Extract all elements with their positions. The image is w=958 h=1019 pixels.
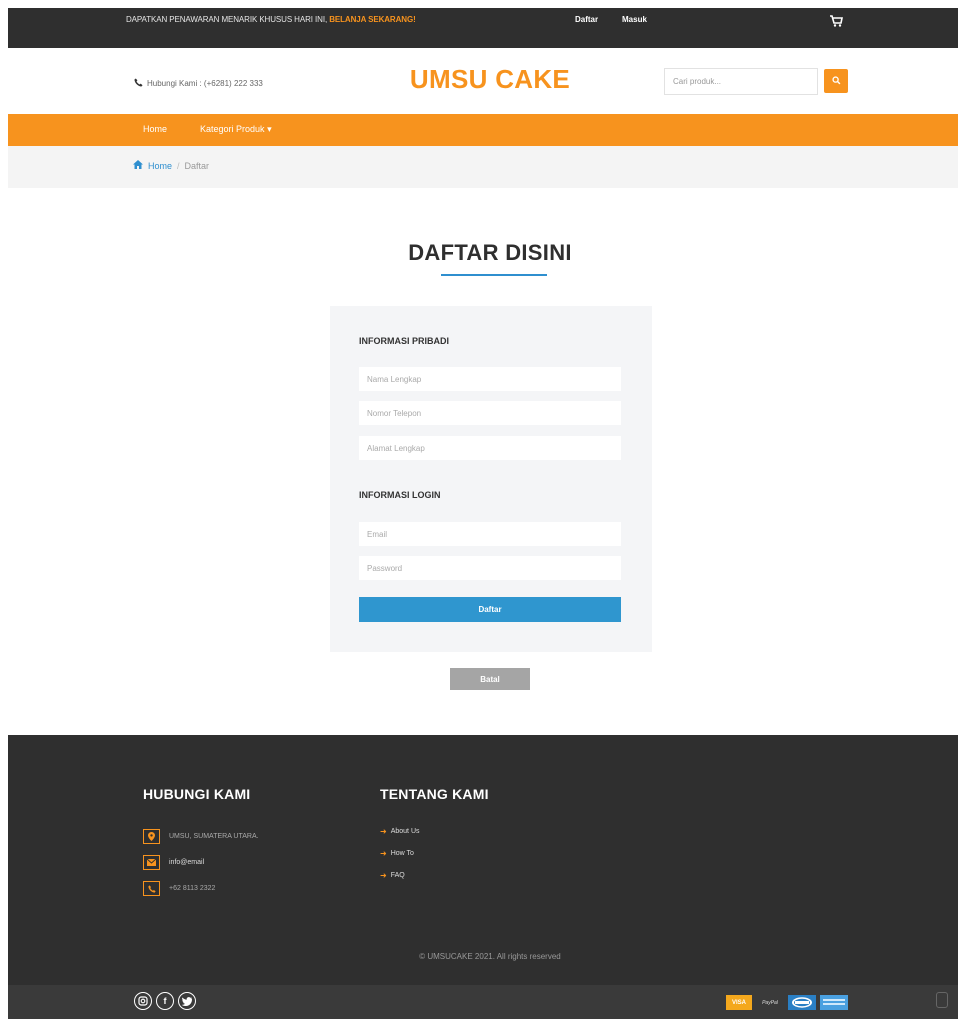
- register-button[interactable]: Daftar: [359, 597, 621, 622]
- twitter-icon[interactable]: [178, 992, 196, 1010]
- phone-icon: [134, 78, 143, 89]
- cart-icon[interactable]: [829, 14, 843, 27]
- contact-title: HUBUNGI KAMI: [143, 786, 251, 802]
- mastercard-badge: [788, 995, 816, 1010]
- cancel-button[interactable]: Batal: [450, 668, 530, 690]
- email-icon: [143, 855, 160, 870]
- how-to-label: How To: [390, 850, 414, 857]
- arrow-right-icon: ➜: [380, 849, 387, 858]
- visa-badge: VISA: [726, 995, 752, 1010]
- search-input[interactable]: [664, 68, 818, 95]
- phone-label: Hubungi Kami : (+6281) 222 333: [147, 79, 263, 88]
- personal-info-title: INFORMASI PRIBADI: [359, 336, 449, 346]
- email-field[interactable]: [359, 522, 621, 546]
- promo-link[interactable]: BELANJA SEKARANG!: [329, 15, 416, 24]
- contact-phone: Hubungi Kami : (+6281) 222 333: [134, 78, 263, 89]
- how-to-link[interactable]: ➜ How To: [380, 849, 414, 858]
- contact-phone-number: +62 8113 2322: [169, 885, 216, 892]
- phone-field[interactable]: [359, 401, 621, 425]
- caret-down-icon: ▾: [267, 124, 272, 134]
- home-icon: [133, 160, 143, 171]
- paypal-badge: PayPal: [762, 999, 778, 1006]
- arrow-right-icon: ➜: [380, 827, 387, 836]
- nav-categories-label: Kategori Produk: [200, 124, 265, 134]
- login-info-title: INFORMASI LOGIN: [359, 490, 441, 500]
- page-title: DAFTAR DISINI: [408, 240, 572, 265]
- nav-categories[interactable]: Kategori Produk ▾: [200, 124, 272, 135]
- about-us-label: About Us: [390, 828, 420, 835]
- title-underline: [441, 274, 547, 276]
- faq-link[interactable]: ➜ FAQ: [380, 871, 405, 880]
- phone-icon: [143, 881, 160, 896]
- full-name-field[interactable]: [359, 367, 621, 391]
- scroll-to-top-button[interactable]: [936, 992, 948, 1008]
- nav-home[interactable]: Home: [143, 124, 167, 134]
- facebook-icon[interactable]: f: [156, 992, 174, 1010]
- login-link[interactable]: Masuk: [622, 15, 647, 24]
- breadcrumb: Home / Daftar: [133, 160, 209, 171]
- contact-email[interactable]: info@email: [169, 859, 204, 866]
- search-icon: [831, 72, 841, 90]
- register-link[interactable]: Daftar: [575, 15, 598, 24]
- faq-label: FAQ: [390, 872, 405, 879]
- brand-logo[interactable]: UMSU CAKE: [380, 64, 600, 95]
- location-pin-icon: [143, 829, 160, 844]
- copyright: © UMSUCAKE 2021. All rights reserved: [419, 952, 561, 961]
- breadcrumb-separator: /: [177, 160, 180, 171]
- contact-address: UMSU, SUMATERA UTARA.: [169, 833, 259, 840]
- about-us-link[interactable]: ➜ About Us: [380, 827, 420, 836]
- address-field[interactable]: [359, 436, 621, 460]
- about-title: TENTANG KAMI: [380, 786, 489, 802]
- breadcrumb-home[interactable]: Home: [148, 161, 172, 171]
- amex-badge: [820, 995, 848, 1010]
- promo-banner: DAPATKAN PENAWARAN MENARIK KHUSUS HARI I…: [126, 15, 416, 24]
- arrow-right-icon: ➜: [380, 871, 387, 880]
- search-button[interactable]: [824, 69, 848, 93]
- promo-text: DAPATKAN PENAWARAN MENARIK KHUSUS HARI I…: [126, 15, 328, 24]
- password-field[interactable]: [359, 556, 621, 580]
- instagram-icon[interactable]: [134, 992, 152, 1010]
- breadcrumb-current: Daftar: [184, 160, 210, 171]
- top-bar: [8, 8, 958, 48]
